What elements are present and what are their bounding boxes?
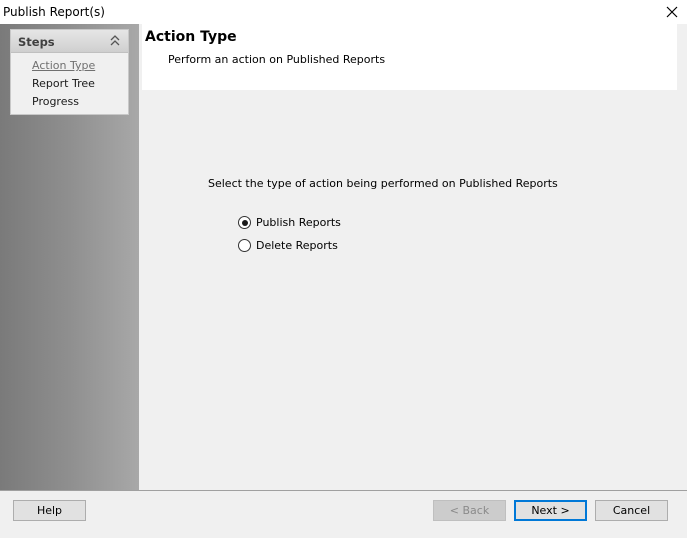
publish-reports-radio[interactable]: Publish Reports <box>238 216 341 229</box>
next-button[interactable]: Next > <box>514 500 587 521</box>
radio-selected-icon[interactable] <box>238 216 251 229</box>
action-prompt: Select the type of action being performe… <box>208 177 558 190</box>
radio-unselected-icon[interactable] <box>238 239 251 252</box>
steps-header[interactable]: Steps <box>11 30 128 53</box>
cancel-button[interactable]: Cancel <box>595 500 668 521</box>
step-progress[interactable]: Progress <box>32 95 79 108</box>
steps-panel: Steps Action Type Report Tree Progress <box>10 29 129 115</box>
page-subtitle: Perform an action on Published Reports <box>168 53 386 66</box>
step-action-type[interactable]: Action Type <box>32 59 95 72</box>
close-button[interactable] <box>657 0 687 24</box>
steps-sidebar: Steps Action Type Report Tree Progress <box>0 24 139 490</box>
window-title: Publish Report(s) <box>3 5 105 19</box>
help-button[interactable]: Help <box>13 500 86 521</box>
collapse-chevron-icon[interactable] <box>109 34 121 48</box>
close-icon <box>666 6 678 18</box>
step-report-tree[interactable]: Report Tree <box>32 77 95 90</box>
title-bar: Publish Report(s) <box>0 0 687 24</box>
delete-reports-label[interactable]: Delete Reports <box>256 239 338 252</box>
footer-divider <box>0 490 687 491</box>
steps-header-label: Steps <box>18 35 55 49</box>
back-button[interactable]: < Back <box>433 500 506 521</box>
publish-reports-label[interactable]: Publish Reports <box>256 216 341 229</box>
page-title: Action Type <box>145 29 237 45</box>
delete-reports-radio[interactable]: Delete Reports <box>238 239 338 252</box>
page-header: Action Type Perform an action on Publish… <box>142 24 677 90</box>
